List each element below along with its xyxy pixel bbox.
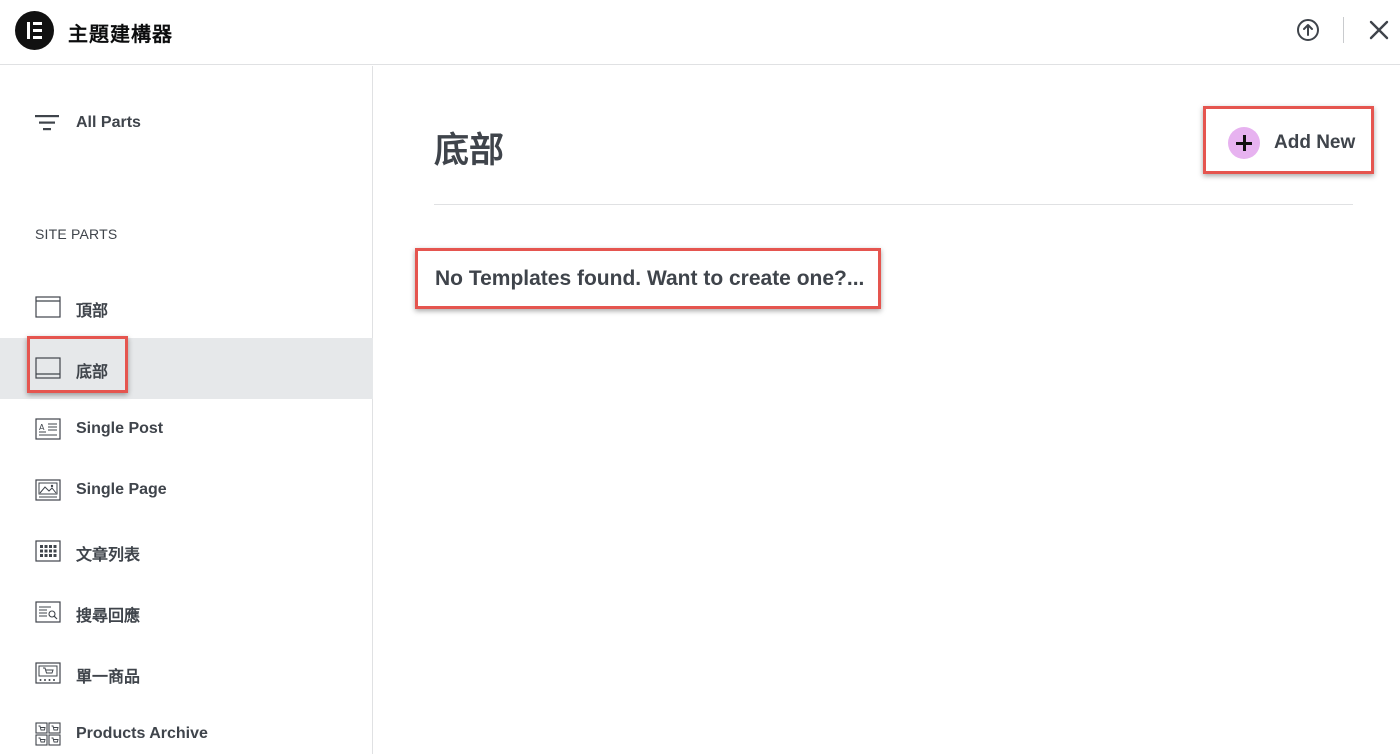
close-icon[interactable] [1367, 18, 1391, 42]
archive-grid-icon [35, 539, 61, 563]
plus-icon [1228, 127, 1260, 159]
sidebar-item-label: 底部 [76, 362, 109, 381]
svg-text:A: A [39, 423, 45, 432]
search-results-icon [35, 600, 61, 624]
sidebar-item-header[interactable]: 頂部 [0, 277, 373, 338]
sidebar-item-label: Single Page [76, 481, 167, 498]
sidebar-item-single-page[interactable]: Single Page [0, 460, 373, 521]
sidebar-item-label: Products Archive [76, 725, 208, 742]
elementor-logo-icon [15, 11, 54, 50]
all-parts-link[interactable]: All Parts [35, 110, 335, 136]
single-product-icon [35, 661, 61, 685]
header-divider [1343, 17, 1344, 43]
footer-layout-icon [35, 356, 61, 380]
page-title: 底部 [434, 131, 505, 171]
content-divider [434, 204, 1353, 205]
sidebar-item-label: 搜尋回應 [76, 606, 141, 625]
top-bar: 主題建構器 [0, 0, 1400, 65]
sidebar: All Parts SITE PARTS 頂部 底部 A Single Post… [0, 66, 373, 754]
sidebar-item-single-product[interactable]: 單一商品 [0, 643, 373, 704]
products-archive-icon [35, 722, 61, 746]
upload-icon[interactable] [1296, 18, 1320, 42]
sidebar-item-label: 單一商品 [76, 667, 141, 686]
add-new-button[interactable]: Add New [1212, 115, 1367, 167]
sidebar-item-label: 文章列表 [76, 545, 141, 564]
filter-icon [35, 115, 59, 131]
app-title: 主題建構器 [68, 22, 173, 46]
all-parts-label: All Parts [76, 114, 141, 131]
sidebar-item-label: Single Post [76, 420, 164, 437]
header-layout-icon [35, 295, 61, 319]
single-page-icon [35, 478, 61, 502]
site-parts-heading: SITE PARTS [35, 226, 118, 242]
sidebar-item-single-post[interactable]: A Single Post [0, 399, 373, 460]
sidebar-item-search-results[interactable]: 搜尋回應 [0, 582, 373, 643]
single-post-icon: A [35, 417, 61, 441]
sidebar-item-products-archive[interactable]: Products Archive [0, 704, 373, 754]
sidebar-item-label: 頂部 [76, 301, 109, 320]
empty-state-message[interactable]: No Templates found. Want to create one?.… [435, 267, 864, 291]
add-new-label: Add New [1274, 132, 1356, 153]
sidebar-item-footer[interactable]: 底部 [0, 338, 373, 399]
sidebar-item-archive[interactable]: 文章列表 [0, 521, 373, 582]
